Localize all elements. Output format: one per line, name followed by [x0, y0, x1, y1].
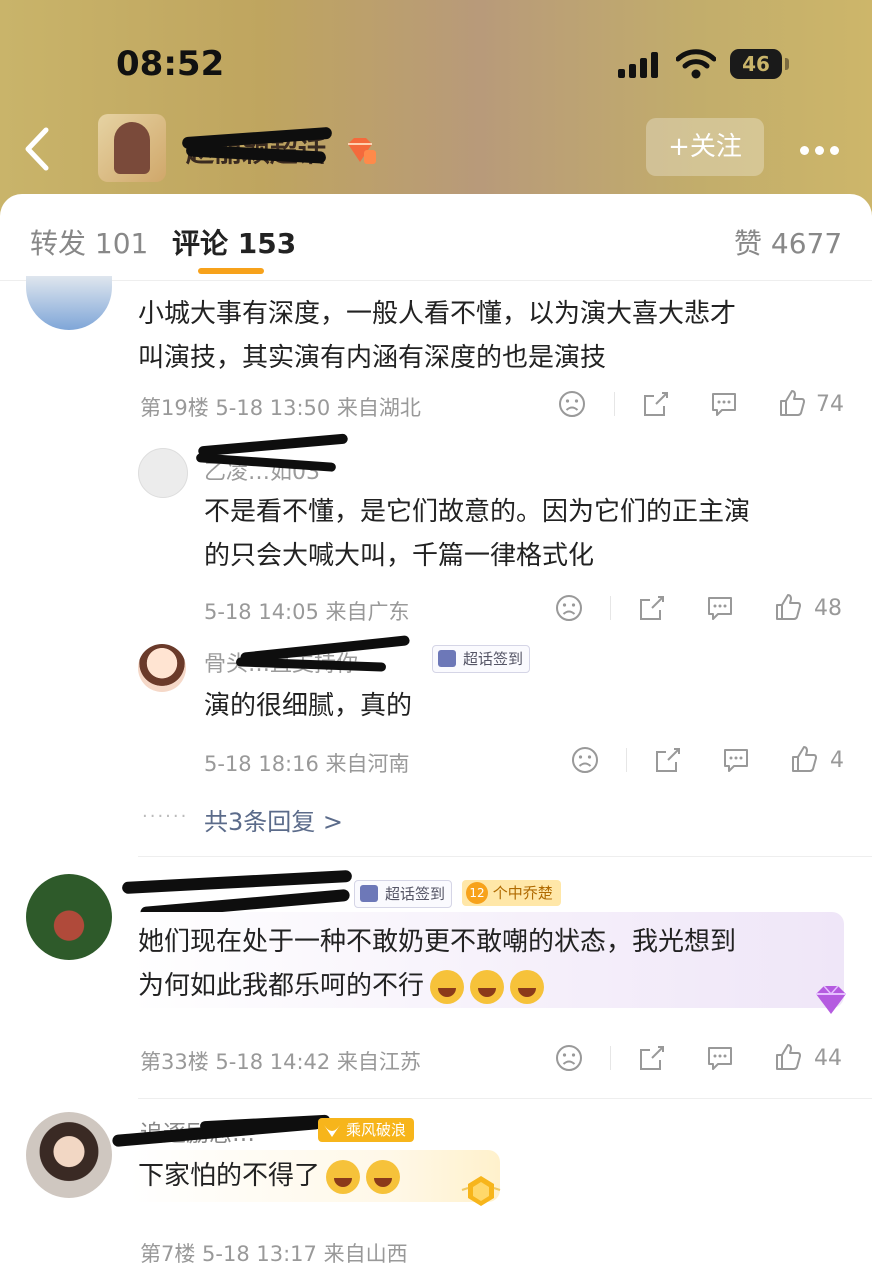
comment-text: 下家怕的不得了 [138, 1154, 401, 1198]
comment-text-line: 为何如此我都乐呵的不行 [138, 971, 425, 1001]
more-replies-link[interactable]: 共3条回复 > [204, 802, 343, 837]
checkin-badge: 超话签到 [432, 645, 531, 673]
wing-icon [324, 1125, 340, 1137]
laughing-emoji-icon [430, 969, 465, 1004]
more-options-icon[interactable] [800, 140, 846, 156]
checkin-badge-label: 超话签到 [463, 650, 524, 668]
like-icon[interactable] [778, 388, 806, 418]
back-arrow-icon[interactable] [20, 126, 56, 172]
share-icon[interactable] [638, 1044, 666, 1072]
reply-meta: 5-18 18:16 来自河南 [204, 752, 410, 776]
diamond-badge-icon [816, 985, 846, 1014]
comment-text: 叫演技，其实演有内涵有深度的也是演技 [138, 343, 607, 373]
like-icon[interactable] [790, 744, 818, 774]
battery-level: 46 [742, 52, 770, 76]
laughing-emoji-icon [510, 969, 545, 1004]
like-count: 48 [814, 596, 842, 621]
status-time: 08:52 [116, 44, 225, 84]
cellular-signal-icon [618, 52, 658, 78]
like-icon[interactable] [774, 1042, 802, 1072]
like-count: 4 [830, 748, 844, 773]
calendar-check-icon [438, 650, 456, 667]
tab-repost[interactable]: 转发 101 [30, 222, 148, 262]
reply-text: 的只会大喊大叫，千篇一律格式化 [204, 541, 595, 571]
calendar-check-icon [360, 885, 378, 902]
battery-tip [785, 58, 789, 70]
share-icon[interactable] [654, 746, 682, 774]
avatar[interactable] [26, 874, 112, 960]
share-icon[interactable] [638, 594, 666, 622]
separator [610, 596, 611, 620]
reply-text: 不是看不懂，是它们故意的。因为它们的正主演 [204, 497, 751, 527]
avatar[interactable] [138, 644, 186, 692]
comment-meta: 第7楼 5-18 13:17 来自山西 [140, 1242, 408, 1266]
fan-level-badge: 乘风破浪 [318, 1118, 415, 1142]
gold-badge-icon [461, 1176, 501, 1206]
comment-meta: 第33楼 5-18 14:42 来自江苏 [140, 1050, 421, 1074]
avatar[interactable] [138, 448, 188, 498]
like-count: 74 [816, 392, 844, 417]
dots-separator: ······ [142, 806, 189, 827]
checkin-badge: 超话签到 [354, 880, 453, 908]
thinking-emoji-icon [366, 1159, 401, 1194]
separator [614, 392, 615, 416]
fan-level-badge: 12 个中乔楚 [462, 880, 561, 906]
like-icon[interactable] [774, 592, 802, 622]
avatar[interactable] [26, 1112, 112, 1198]
laughing-emoji-icon [326, 1159, 361, 1194]
divider [138, 1098, 872, 1099]
comment-text: 为何如此我都乐呵的不行 [138, 964, 545, 1008]
fan-level-number: 12 [466, 882, 488, 904]
comment-text: 她们现在处于一种不敢奶更不敢嘲的状态，我光想到 [138, 927, 737, 957]
account-avatar[interactable] [98, 114, 166, 182]
reply-meta: 5-18 14:05 来自广东 [204, 600, 410, 624]
comment-text-line: 下家怕的不得了 [138, 1161, 321, 1191]
laughing-emoji-icon [470, 969, 505, 1004]
comment-text: 小城大事有深度，一般人看不懂，以为演大喜大悲才 [138, 299, 737, 329]
checkin-badge-label: 超话签到 [385, 885, 446, 903]
tab-divider [0, 280, 872, 281]
comment-meta: 第19楼 5-18 13:50 来自湖北 [140, 396, 421, 420]
dislike-icon[interactable] [555, 1044, 583, 1072]
battery-icon: 46 [730, 49, 782, 79]
dislike-icon[interactable] [571, 746, 599, 774]
active-tab-indicator [198, 268, 264, 274]
comment-icon[interactable] [706, 595, 734, 621]
like-count: 44 [814, 1046, 842, 1071]
fan-level-text: 乘风破浪 [346, 1121, 407, 1139]
reply-text: 演的很细腻，真的 [204, 691, 413, 721]
tab-comments[interactable]: 评论 153 [172, 222, 296, 262]
fan-level-text: 个中乔楚 [492, 884, 553, 902]
divider [138, 856, 872, 857]
dislike-icon[interactable] [555, 594, 583, 622]
dislike-icon[interactable] [558, 390, 586, 418]
comment-icon[interactable] [710, 391, 738, 417]
gem-level-icon [348, 138, 376, 164]
separator [610, 1046, 611, 1070]
comment-icon[interactable] [722, 747, 750, 773]
tab-likes[interactable]: 赞 4677 [734, 222, 842, 262]
follow-button[interactable]: +关注 [646, 118, 764, 176]
separator [626, 748, 627, 772]
comment-icon[interactable] [706, 1045, 734, 1071]
share-icon[interactable] [642, 390, 670, 418]
wifi-icon [676, 49, 716, 79]
